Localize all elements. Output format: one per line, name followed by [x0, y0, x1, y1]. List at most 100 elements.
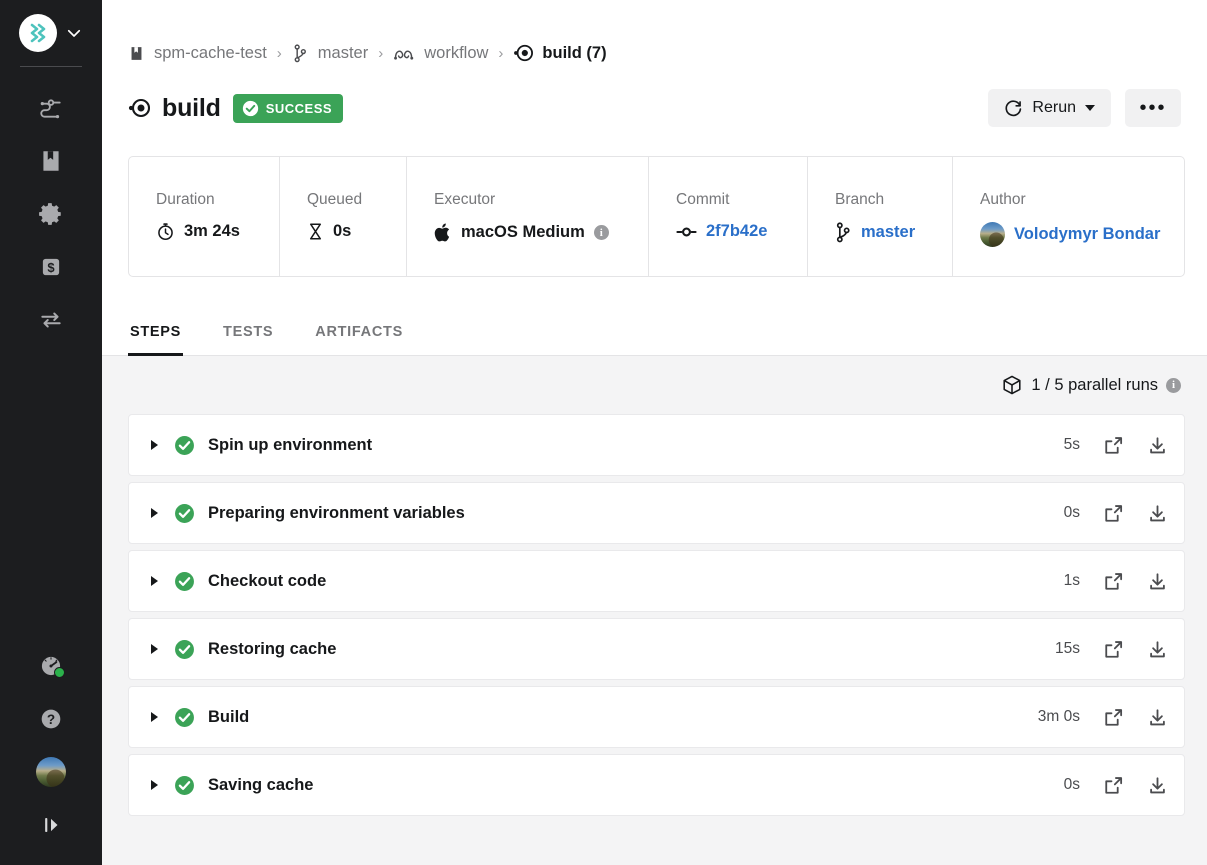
page-header: build SUCCESS Rerun •••: [102, 80, 1207, 136]
job-icon: [128, 97, 150, 119]
sidebar-item-pipelines[interactable]: [25, 81, 77, 134]
sidebar-item-insights[interactable]: [25, 293, 77, 346]
sidebar-item-expand[interactable]: [25, 798, 77, 851]
breadcrumb-separator: ›: [498, 44, 504, 62]
branch-icon: [292, 43, 309, 63]
info-commit-value[interactable]: 2f7b42e: [706, 222, 767, 241]
download-icon[interactable]: [1147, 503, 1168, 524]
steps-list: Spin up environment 5s Preparing environ…: [128, 414, 1185, 816]
commit-icon: [676, 227, 697, 236]
info-author-value-row: Volodymyr Bondar: [980, 222, 1184, 247]
table-row[interactable]: Spin up environment 5s: [128, 414, 1185, 476]
gear-icon: [39, 202, 61, 225]
sidebar-item-projects[interactable]: [25, 134, 77, 187]
download-icon[interactable]: [1147, 639, 1168, 660]
table-row[interactable]: Preparing environment variables 0s: [128, 482, 1185, 544]
download-icon[interactable]: [1147, 775, 1168, 796]
parallel-runs-indicator[interactable]: 1 / 5 parallel runs i: [128, 356, 1185, 414]
breadcrumb-workflow-label[interactable]: workflow: [424, 44, 488, 63]
table-row[interactable]: Restoring cache 15s: [128, 618, 1185, 680]
open-in-new-window-icon[interactable]: [1103, 503, 1124, 524]
parallel-runs-label: 1 / 5 parallel runs: [1031, 375, 1158, 394]
info-branch-value[interactable]: master: [861, 223, 915, 242]
sidebar-item-status[interactable]: [25, 639, 77, 692]
tab-steps[interactable]: STEPS: [128, 324, 184, 356]
open-in-new-window-icon[interactable]: [1103, 707, 1124, 728]
chevron-down-icon[interactable]: [65, 24, 83, 42]
sidebar-item-help[interactable]: ?: [25, 692, 77, 745]
breadcrumb-job-label: build (7): [542, 43, 607, 62]
tab-artifacts[interactable]: ARTIFACTS: [313, 324, 405, 356]
breadcrumb-project[interactable]: spm-cache-test: [128, 44, 267, 63]
info-icon[interactable]: i: [593, 225, 609, 240]
app-root: $ ? spm-cache-test › master › workflow ›…: [0, 0, 1207, 865]
table-row[interactable]: Saving cache 0s: [128, 754, 1185, 816]
breadcrumb-branch[interactable]: master: [292, 44, 368, 63]
rerun-button[interactable]: Rerun: [988, 89, 1111, 127]
step-name: Checkout code: [208, 571, 327, 590]
info-duration-value-row: 3m 24s: [156, 222, 279, 241]
table-row[interactable]: Build 3m 0s: [128, 686, 1185, 748]
expand-caret-icon[interactable]: [151, 440, 158, 450]
check-circle-icon: [175, 503, 194, 523]
breadcrumb-workflow[interactable]: workflow: [393, 44, 488, 63]
status-badge-label: SUCCESS: [265, 100, 333, 116]
more-options-button[interactable]: •••: [1125, 89, 1181, 127]
info-commit-value-row: 2f7b42e: [676, 222, 807, 241]
breadcrumb-project-label[interactable]: spm-cache-test: [154, 44, 267, 63]
expand-caret-icon[interactable]: [151, 712, 158, 722]
sidebar-item-plan[interactable]: $: [25, 240, 77, 293]
sidebar-nav: $: [25, 81, 77, 346]
status-badge: SUCCESS: [232, 93, 344, 123]
step-actions: 3m 0s: [1028, 707, 1168, 728]
step-name: Spin up environment: [208, 435, 373, 454]
check-circle-icon: [242, 100, 258, 116]
download-icon[interactable]: [1147, 435, 1168, 456]
main-content: spm-cache-test › master › workflow › bui…: [102, 0, 1207, 865]
open-in-new-window-icon[interactable]: [1103, 639, 1124, 660]
info-author-value[interactable]: Volodymyr Bondar: [1014, 225, 1160, 244]
download-icon[interactable]: [1147, 571, 1168, 592]
info-icon[interactable]: i: [1166, 377, 1181, 393]
table-row[interactable]: Checkout code 1s: [128, 550, 1185, 612]
expand-caret-icon[interactable]: [151, 644, 158, 654]
projects-icon: [128, 45, 145, 62]
info-author: Author Volodymyr Bondar: [953, 157, 1184, 276]
page-title: build: [162, 93, 221, 122]
step-actions: 5s: [1028, 435, 1168, 456]
org-switcher[interactable]: [19, 0, 83, 52]
tab-tests[interactable]: TESTS: [221, 324, 275, 356]
step-duration: 1s: [1063, 572, 1080, 589]
breadcrumb-branch-label[interactable]: master: [318, 44, 368, 63]
circleci-logo-icon[interactable]: [19, 14, 57, 52]
help-circle-icon: ?: [41, 709, 61, 728]
step-duration: 0s: [1063, 504, 1080, 521]
step-name: Saving cache: [208, 775, 314, 794]
info-executor-value-row: macOS Medium i: [434, 222, 648, 243]
more-options-label: •••: [1139, 97, 1167, 119]
info-commit-label: Commit: [676, 191, 730, 208]
expand-caret-icon[interactable]: [151, 508, 158, 518]
expand-caret-icon[interactable]: [151, 780, 158, 790]
check-circle-icon: [175, 639, 194, 659]
sidebar-divider: [20, 66, 82, 67]
info-author-label: Author: [980, 191, 1026, 208]
check-circle-icon: [175, 775, 194, 795]
open-in-new-window-icon[interactable]: [1103, 571, 1124, 592]
expand-sidebar-icon: [45, 817, 58, 832]
sidebar-item-organization-settings[interactable]: [25, 187, 77, 240]
step-name: Preparing environment variables: [208, 503, 465, 522]
sidebar-bottom-nav: ?: [0, 639, 102, 865]
info-queued-value: 0s: [333, 222, 352, 240]
check-circle-icon: [175, 571, 194, 591]
hourglass-icon: [309, 223, 322, 240]
step-duration: 5s: [1063, 436, 1080, 453]
build-info-card: Duration 3m 24s Queued 0s Executor macOS…: [128, 156, 1185, 277]
info-queued-value-row: 0s: [307, 222, 406, 241]
sidebar-item-user-avatar[interactable]: [25, 745, 77, 798]
open-in-new-window-icon[interactable]: [1103, 435, 1124, 456]
download-icon[interactable]: [1147, 707, 1168, 728]
open-in-new-window-icon[interactable]: [1103, 775, 1124, 796]
expand-caret-icon[interactable]: [151, 576, 158, 586]
steps-panel: 1 / 5 parallel runs i Spin up environmen…: [102, 356, 1207, 865]
